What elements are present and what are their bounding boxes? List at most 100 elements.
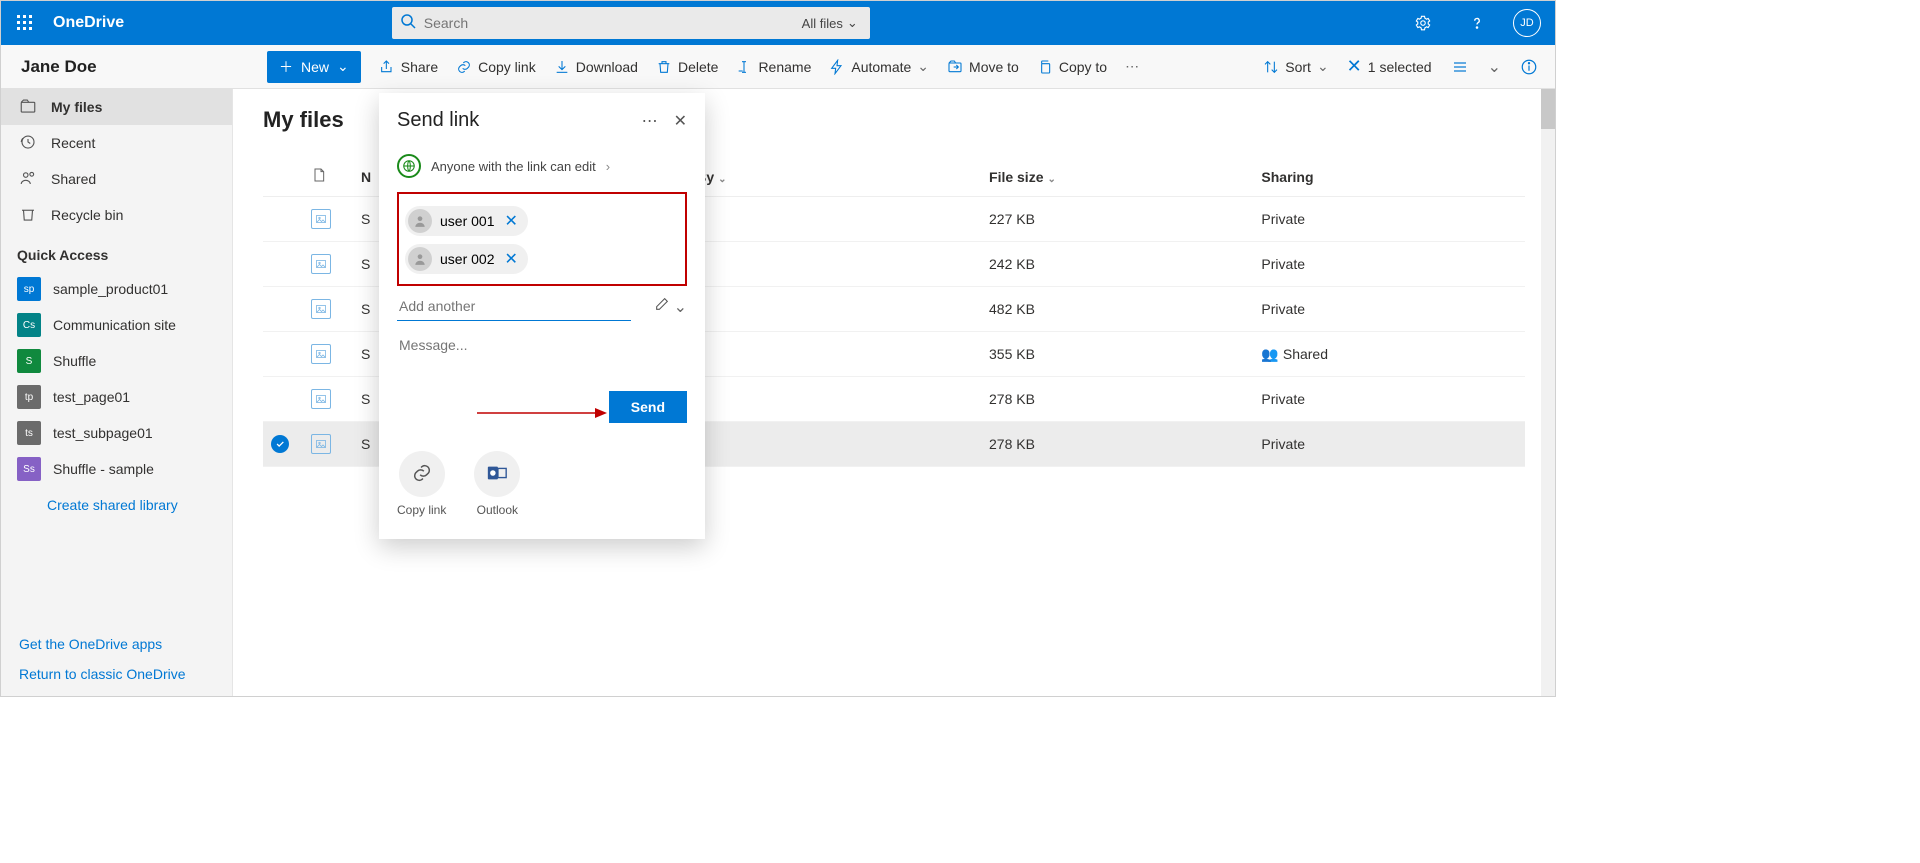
remove-recipient-icon[interactable]: ✕ bbox=[502, 211, 519, 231]
delete-button[interactable]: Delete bbox=[656, 59, 718, 75]
chevron-down-icon: ⌄ bbox=[718, 174, 726, 185]
close-icon[interactable]: ✕ bbox=[674, 111, 687, 131]
account-avatar[interactable]: JD bbox=[1513, 9, 1541, 37]
sidebar-item-label: Recent bbox=[51, 135, 95, 151]
cell-size: 278 KB bbox=[981, 422, 1253, 467]
scrollbar-thumb[interactable] bbox=[1541, 89, 1555, 129]
clear-selection-button[interactable]: ✕ 1 selected bbox=[1347, 56, 1432, 77]
new-label: New bbox=[301, 59, 329, 75]
copy-link-button[interactable]: Copy link bbox=[456, 59, 536, 75]
search-scope-label: All files bbox=[802, 16, 843, 31]
copy-link-label: Copy link bbox=[397, 503, 446, 517]
cell-sharing: Private bbox=[1253, 377, 1525, 422]
move-to-button[interactable]: Move to bbox=[947, 59, 1019, 75]
dialog-outlook-button[interactable]: Outlook bbox=[474, 451, 520, 517]
send-label: Send bbox=[631, 399, 665, 415]
people-icon bbox=[19, 169, 37, 190]
qa-label: test_subpage01 bbox=[53, 425, 153, 441]
cell-size: 482 KB bbox=[981, 287, 1253, 332]
chevron-down-icon: ⌄ bbox=[847, 15, 858, 31]
col-name[interactable]: N bbox=[361, 169, 371, 185]
command-bar: Jane Doe ＋ New ⌄ Share Copy link Downloa… bbox=[1, 45, 1555, 89]
message-input[interactable] bbox=[397, 329, 687, 361]
col-sharing[interactable]: Sharing bbox=[1261, 169, 1313, 185]
get-apps-link[interactable]: Get the OneDrive apps bbox=[19, 636, 214, 652]
sidebar: My files Recent Shared Recycle bin Quick… bbox=[1, 89, 233, 696]
quick-access-item[interactable]: Ss Shuffle - sample bbox=[1, 451, 232, 487]
send-button[interactable]: Send bbox=[609, 391, 687, 423]
create-shared-library-link[interactable]: Create shared library bbox=[1, 487, 232, 523]
copy-to-button[interactable]: Copy to bbox=[1037, 59, 1107, 75]
sidebar-item-recycle-bin[interactable]: Recycle bin bbox=[1, 197, 232, 233]
close-icon: ✕ bbox=[1347, 56, 1362, 77]
info-icon[interactable] bbox=[1519, 57, 1539, 77]
more-commands-icon[interactable]: ⋯ bbox=[1125, 58, 1139, 75]
help-icon[interactable] bbox=[1459, 5, 1495, 41]
new-button[interactable]: ＋ New ⌄ bbox=[267, 51, 361, 83]
cell-sharing: Private bbox=[1253, 242, 1525, 287]
share-button[interactable]: Share bbox=[379, 59, 438, 75]
image-file-icon bbox=[311, 209, 331, 229]
sidebar-item-label: Recycle bin bbox=[51, 207, 123, 223]
view-options-icon[interactable] bbox=[1450, 57, 1470, 77]
add-recipient-input[interactable] bbox=[397, 292, 631, 321]
chevron-down-icon: ⌄ bbox=[1047, 174, 1055, 185]
cell-sharing: Private bbox=[1253, 422, 1525, 467]
site-tile-icon: Cs bbox=[17, 313, 41, 337]
rename-button[interactable]: Rename bbox=[736, 59, 811, 75]
classic-link[interactable]: Return to classic OneDrive bbox=[19, 666, 214, 682]
delete-label: Delete bbox=[678, 59, 718, 75]
qa-label: Shuffle bbox=[53, 353, 96, 369]
link-settings-button[interactable]: Anyone with the link can edit › bbox=[397, 154, 687, 178]
quick-access-item[interactable]: S Shuffle bbox=[1, 343, 232, 379]
selected-icon[interactable] bbox=[271, 435, 289, 453]
site-tile-icon: Ss bbox=[17, 457, 41, 481]
permissions-dropdown[interactable]: ⌄ bbox=[654, 296, 687, 317]
chevron-down-icon[interactable]: ⌄ bbox=[1488, 57, 1501, 77]
pencil-icon bbox=[654, 296, 670, 317]
rename-label: Rename bbox=[758, 59, 811, 75]
settings-icon[interactable] bbox=[1405, 5, 1441, 41]
clock-icon bbox=[19, 133, 37, 154]
copylink-label: Copy link bbox=[478, 59, 536, 75]
more-icon[interactable]: ⋯ bbox=[642, 111, 658, 131]
quick-access-item[interactable]: tptest_page01 bbox=[1, 379, 232, 415]
suite-bar: OneDrive All files ⌄ JD bbox=[1, 1, 1555, 45]
recipient-chip: user 001 ✕ bbox=[405, 206, 528, 236]
col-size[interactable]: File size bbox=[989, 169, 1043, 185]
quick-access-item[interactable]: spsample_product01 bbox=[1, 271, 232, 307]
recipient-name: user 001 bbox=[440, 213, 494, 229]
qa-label: Communication site bbox=[53, 317, 176, 333]
automate-button[interactable]: Automate ⌄ bbox=[829, 58, 929, 75]
app-launcher-icon[interactable] bbox=[11, 9, 39, 37]
search-icon bbox=[400, 13, 416, 34]
persona-icon bbox=[408, 247, 432, 271]
brand-label[interactable]: OneDrive bbox=[53, 14, 124, 32]
site-tile-icon: tp bbox=[17, 385, 41, 409]
search-input[interactable] bbox=[424, 7, 798, 39]
image-file-icon bbox=[311, 434, 331, 454]
download-button[interactable]: Download bbox=[554, 59, 638, 75]
recipient-chip: user 002 ✕ bbox=[405, 244, 528, 274]
outlook-icon bbox=[486, 462, 508, 487]
site-tile-icon: S bbox=[17, 349, 41, 373]
quick-access-title: Quick Access bbox=[1, 233, 232, 271]
link-setting-label: Anyone with the link can edit bbox=[431, 159, 596, 174]
sidebar-item-my-files[interactable]: My files bbox=[1, 89, 232, 125]
quick-access-item[interactable]: Cs Communication site bbox=[1, 307, 232, 343]
remove-recipient-icon[interactable]: ✕ bbox=[502, 249, 519, 269]
quick-access-item[interactable]: tstest_subpage01 bbox=[1, 415, 232, 451]
site-tile-icon: sp bbox=[17, 277, 41, 301]
sort-button[interactable]: Sort ⌄ bbox=[1263, 58, 1328, 75]
sidebar-item-recent[interactable]: Recent bbox=[1, 125, 232, 161]
search-box[interactable]: All files ⌄ bbox=[392, 7, 870, 39]
qa-label: Shuffle - sample bbox=[53, 461, 154, 477]
sidebar-item-shared[interactable]: Shared bbox=[1, 161, 232, 197]
cell-size: 242 KB bbox=[981, 242, 1253, 287]
sidebar-item-label: Shared bbox=[51, 171, 96, 187]
dialog-title: Send link bbox=[397, 109, 479, 132]
scrollbar-track[interactable] bbox=[1541, 89, 1555, 696]
search-scope-dropdown[interactable]: All files ⌄ bbox=[798, 15, 862, 31]
dialog-copy-link-button[interactable]: Copy link bbox=[397, 451, 446, 517]
user-label: Jane Doe bbox=[17, 57, 249, 77]
